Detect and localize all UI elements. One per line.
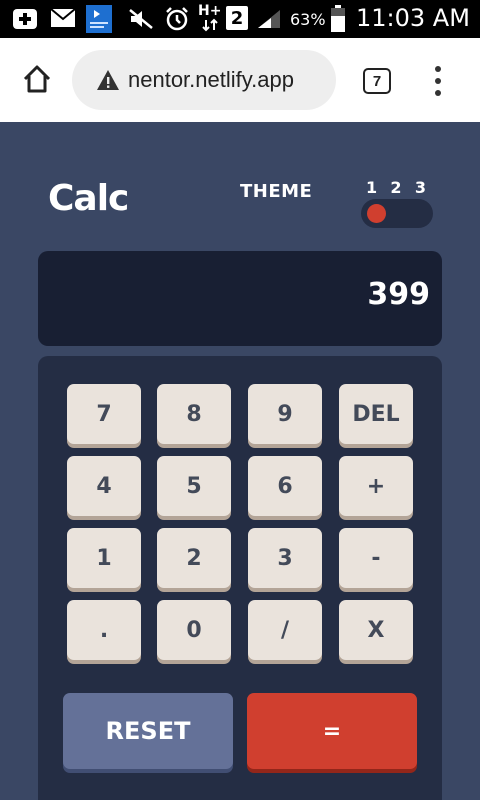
key-1[interactable]: 1 xyxy=(67,528,141,588)
theme-toggle[interactable] xyxy=(361,199,433,228)
key-4[interactable]: 4 xyxy=(67,456,141,516)
key-decimal[interactable]: . xyxy=(67,600,141,660)
app-logo: Calc xyxy=(48,178,129,219)
network-type: H+ xyxy=(198,3,222,19)
status-bar: H+ 2 63% 11:03 AM xyxy=(0,0,480,38)
key-minus[interactable]: - xyxy=(339,528,413,588)
battery-icon xyxy=(330,5,346,33)
home-button[interactable] xyxy=(18,60,56,98)
sim-slot: 2 xyxy=(230,7,244,29)
key-3[interactable]: 3 xyxy=(248,528,322,588)
browser-toolbar: nentor.netlify.app 7 xyxy=(0,38,480,122)
sim-icon: 2 xyxy=(226,6,248,30)
key-multiply[interactable]: X xyxy=(339,600,413,660)
key-9[interactable]: 9 xyxy=(248,384,322,444)
reset-button[interactable]: RESET xyxy=(63,693,233,769)
key-divide[interactable]: / xyxy=(248,600,322,660)
display-value: 399 xyxy=(367,277,430,312)
add-icon xyxy=(12,8,38,30)
theme-option-2[interactable]: 2 xyxy=(390,178,401,197)
key-7[interactable]: 7 xyxy=(67,384,141,444)
key-8[interactable]: 8 xyxy=(157,384,231,444)
tabs-button[interactable]: 7 xyxy=(363,68,391,94)
keypad: 7 8 9 DEL 4 5 6 + 1 2 3 - . 0 / X RESET … xyxy=(38,356,442,800)
alarm-icon xyxy=(164,6,190,32)
warning-icon xyxy=(96,68,120,92)
mail-icon xyxy=(50,8,76,28)
theme-label: THEME xyxy=(240,181,313,202)
status-time: 11:03 AM xyxy=(356,4,470,32)
key-0[interactable]: 0 xyxy=(157,600,231,660)
key-5[interactable]: 5 xyxy=(157,456,231,516)
tab-count: 7 xyxy=(372,72,382,90)
key-2[interactable]: 2 xyxy=(157,528,231,588)
address-bar[interactable]: nentor.netlify.app xyxy=(72,50,336,110)
url-text: nentor.netlify.app xyxy=(128,67,294,92)
calc-display: 399 xyxy=(38,251,442,346)
key-del[interactable]: DEL xyxy=(339,384,413,444)
key-6[interactable]: 6 xyxy=(248,456,322,516)
theme-option-1[interactable]: 1 xyxy=(366,178,377,197)
home-icon xyxy=(23,65,51,93)
key-plus[interactable]: + xyxy=(339,456,413,516)
mute-icon xyxy=(128,8,154,30)
battery-percent: 63% xyxy=(290,10,326,29)
data-icon: H+ xyxy=(198,4,221,32)
equals-button[interactable]: = xyxy=(247,693,417,769)
signal-icon xyxy=(256,8,282,30)
theme-option-3[interactable]: 3 xyxy=(415,178,426,197)
theme-numbers: 1 2 3 xyxy=(364,178,432,197)
more-vert-icon[interactable] xyxy=(426,66,450,96)
toggle-knob[interactable] xyxy=(367,204,386,223)
app-icon xyxy=(86,5,112,33)
